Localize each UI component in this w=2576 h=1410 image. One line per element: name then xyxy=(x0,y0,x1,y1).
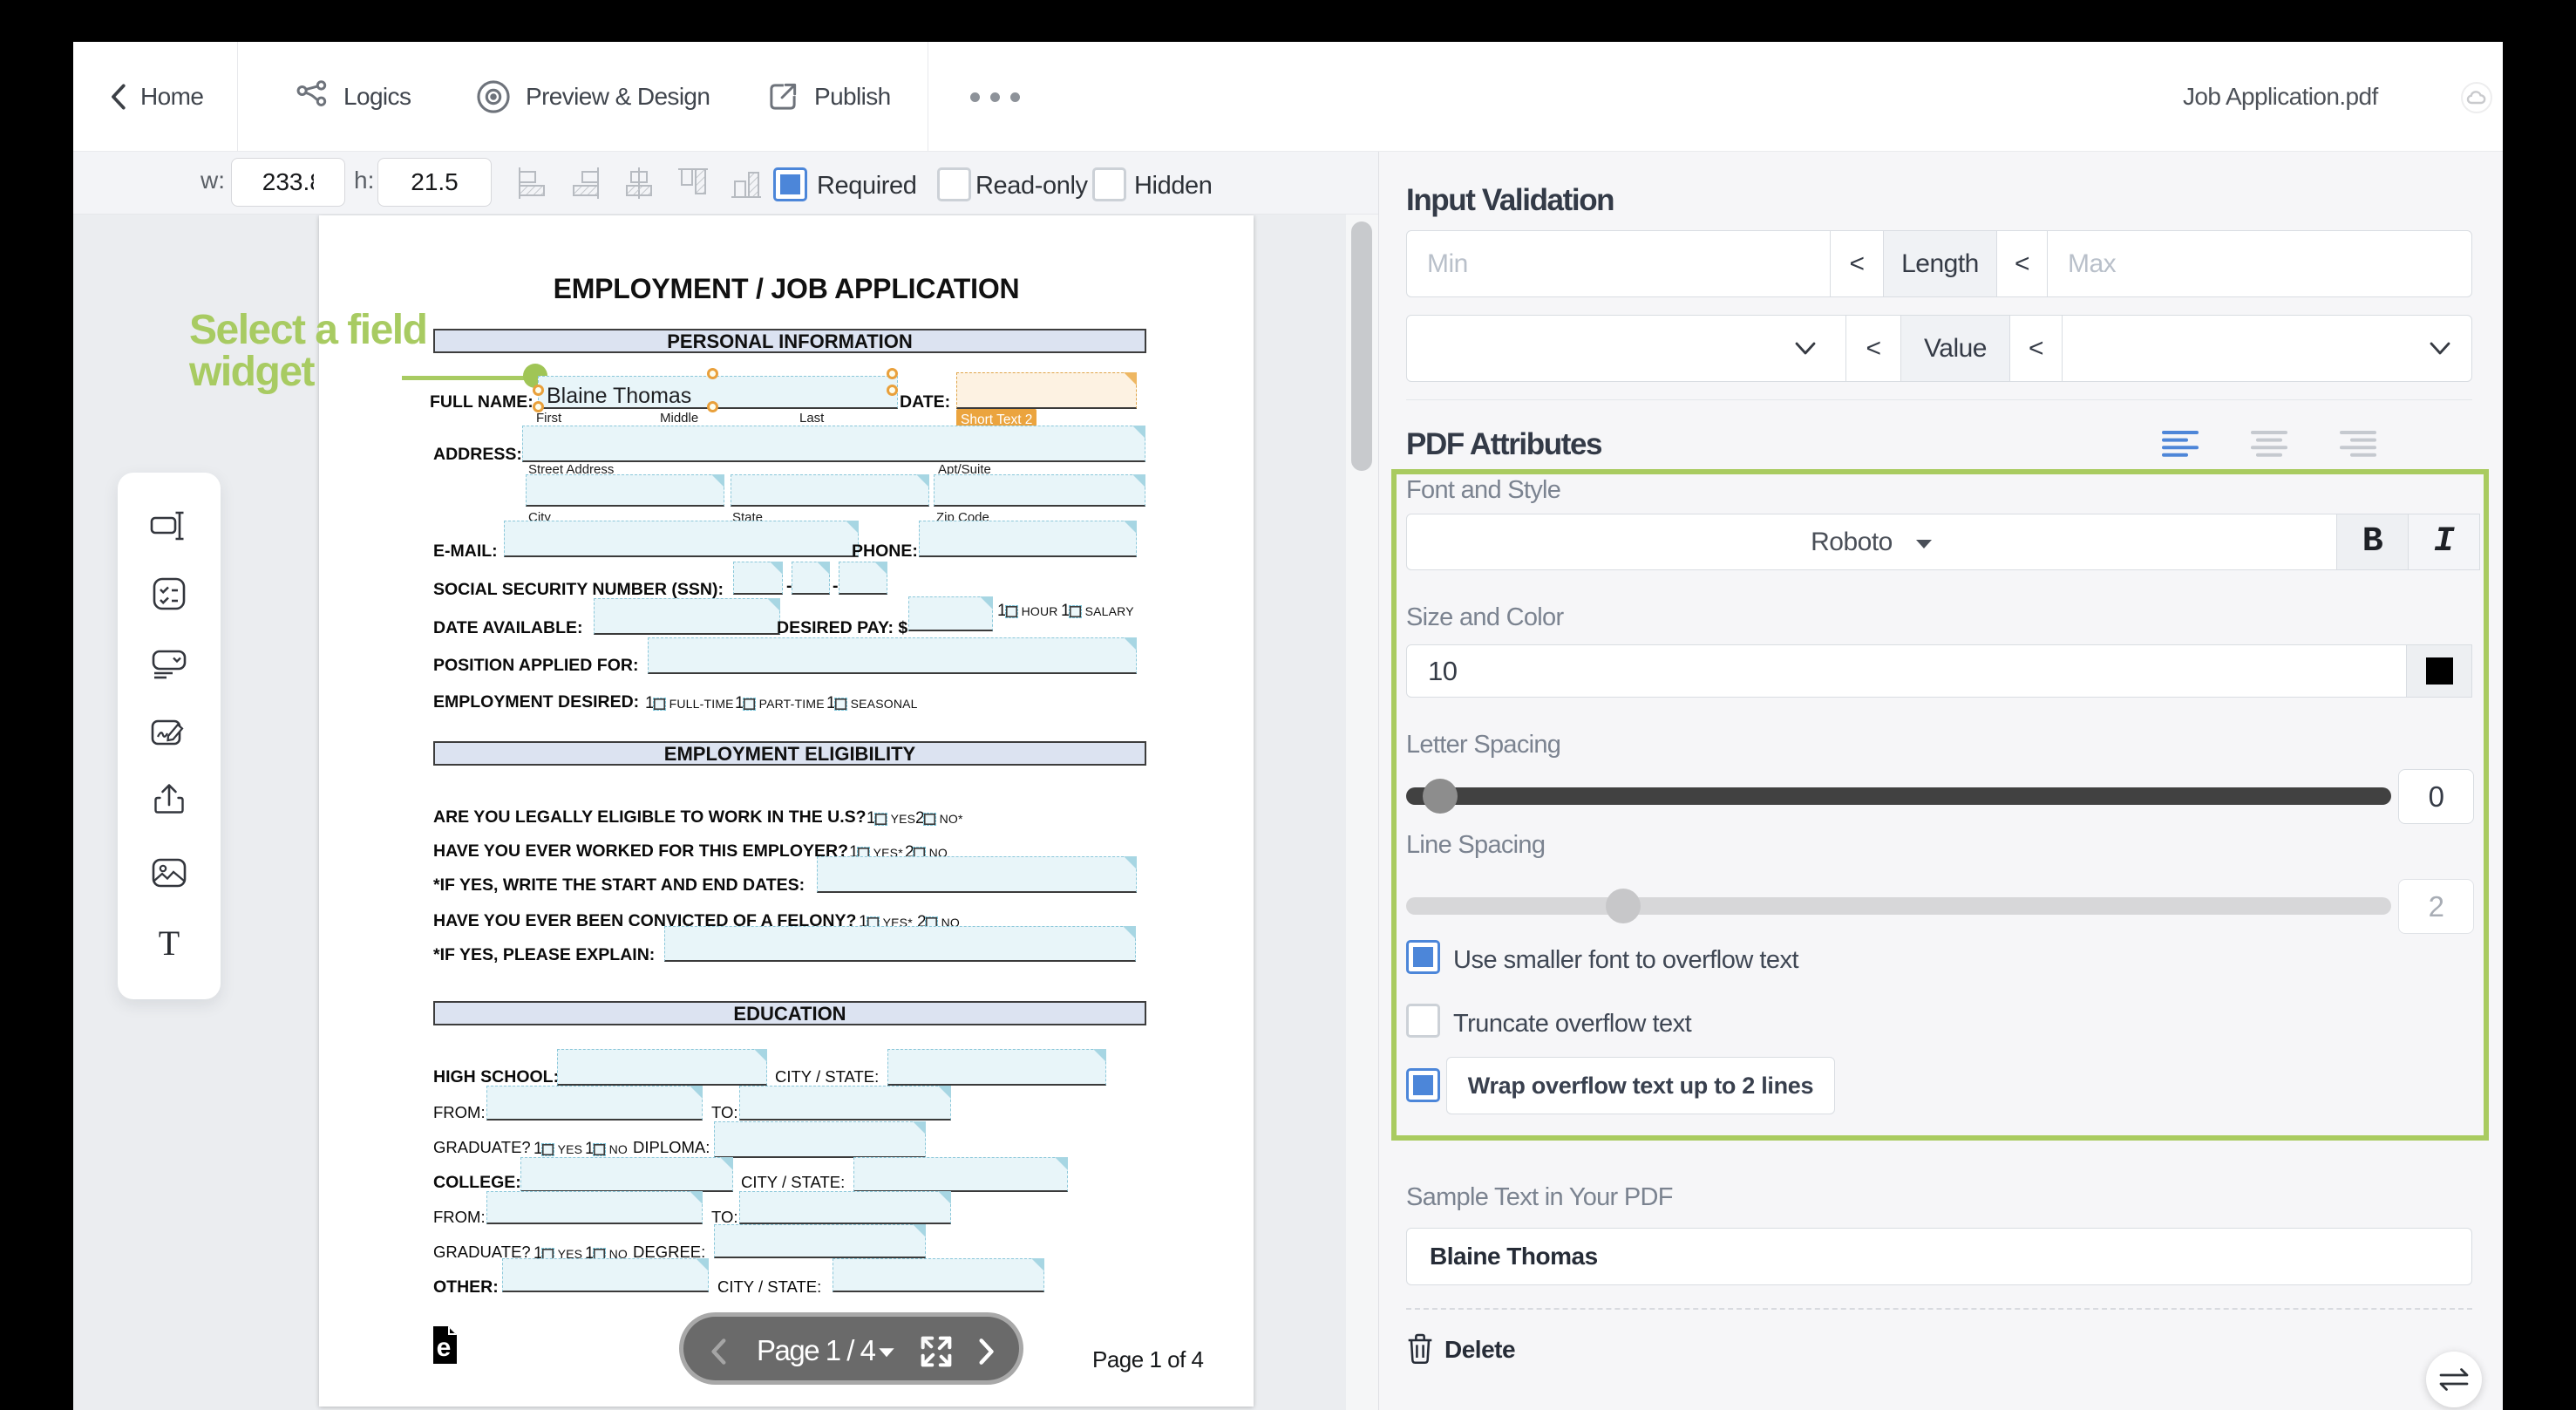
svg-text:e: e xyxy=(437,1333,452,1362)
svg-text:T: T xyxy=(159,925,180,963)
